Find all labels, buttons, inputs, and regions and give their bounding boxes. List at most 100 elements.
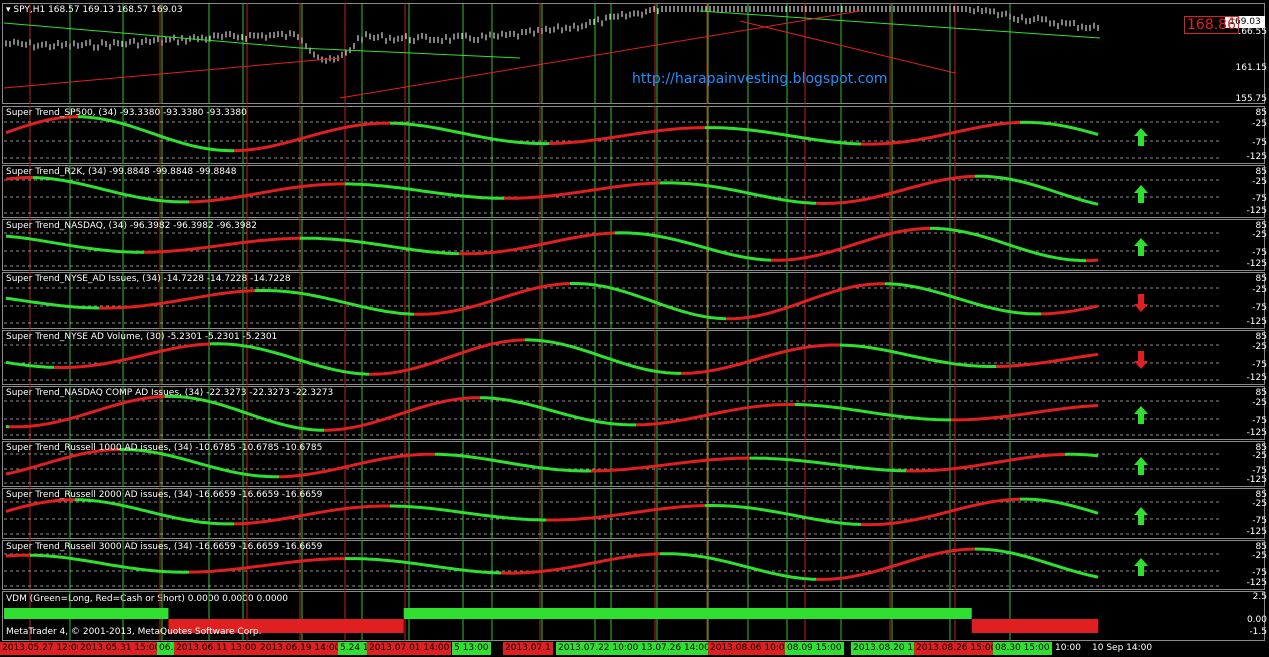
supertrend-line xyxy=(53,342,211,369)
supertrend-line xyxy=(570,282,727,321)
vdm-scale-3: -1.5 xyxy=(1249,627,1267,637)
indicator-scale-m25: -25 xyxy=(1252,551,1267,561)
supertrend-line xyxy=(906,452,1066,473)
supertrend-line xyxy=(119,447,280,479)
indicator-scale-m75: -75 xyxy=(1252,516,1267,526)
supertrend-line xyxy=(5,553,31,558)
supertrend-line xyxy=(500,552,661,575)
trend-line xyxy=(299,47,521,59)
supertrend-line xyxy=(1020,120,1099,136)
indicator-scale-m75: -75 xyxy=(1252,138,1267,148)
indicator-scale-m75: -75 xyxy=(1252,248,1267,258)
price-chart[interactable] xyxy=(0,3,1269,104)
indicator-pane-8[interactable]: Super Trend_Russell 2000 AD issues, (34)… xyxy=(0,488,1269,539)
price-scale-1: 166.55 xyxy=(1235,27,1268,37)
indicator-pane-2[interactable]: Super Trend_R2K, (34) -99.8848 -99.8848 … xyxy=(0,165,1269,218)
supertrend-line xyxy=(189,557,345,574)
indicator-scale-m125: -125 xyxy=(1246,475,1267,485)
indicator-pane-6[interactable]: Super Trend_NASDAQ COMP AD Issues, (34) … xyxy=(0,386,1269,440)
arrow-up-icon xyxy=(1134,185,1148,203)
indicator-scale-m25: -25 xyxy=(1252,342,1267,352)
indicator-pane-1[interactable]: Super Trend_SP500, (34) -93.3380 -93.338… xyxy=(0,106,1269,164)
indicator-scale-m25: -25 xyxy=(1252,119,1267,129)
supertrend-line xyxy=(30,553,190,574)
arrow-up-icon xyxy=(1134,238,1148,256)
supertrend-line xyxy=(974,547,1099,579)
indicator-scale-m125: -125 xyxy=(1246,373,1267,383)
arrow-down-icon xyxy=(1134,294,1148,312)
indicator-label: Super Trend_NYSE AD Volume, (30) -5.2301… xyxy=(6,332,278,342)
time-axis-label: 5 13:00 xyxy=(452,642,491,655)
supertrend-line xyxy=(1086,258,1099,263)
supertrend-line xyxy=(189,182,345,204)
indicator-scale-85: 85 xyxy=(1255,167,1267,177)
time-axis-label: 2013.06.11 13:00 xyxy=(174,642,259,655)
indicator-label: Super Trend_R2K, (34) -99.8848 -99.8848 … xyxy=(6,167,237,177)
indicator-pane-7[interactable]: Super Trend_Russell 1000 AD issues, (34)… xyxy=(0,441,1269,487)
supertrend-line xyxy=(33,176,189,204)
indicator-scale-m25: -25 xyxy=(1252,177,1267,187)
supertrend-line xyxy=(344,556,502,575)
supertrend-line xyxy=(233,504,390,526)
indicator-label: Super Trend_NYSE_AD Issues, (34) -14.722… xyxy=(6,274,291,284)
supertrend-line xyxy=(974,174,1099,206)
time-axis-label: 2013.08.26 15:00 xyxy=(914,642,999,655)
time-axis-label: 2013.08.20 12: xyxy=(851,642,924,655)
supertrend-line xyxy=(458,231,616,256)
indicator-label: Super Trend_NASDAQ COMP AD Issues, (34) … xyxy=(6,388,334,398)
supertrend-line xyxy=(144,236,301,254)
indicator-scale-m125: -125 xyxy=(1246,206,1267,216)
price-pane[interactable]: ▾ SPY,H1 168.57 169.13 168.57 169.03 htt… xyxy=(0,3,1269,104)
vdm-scale-2: 0.00 xyxy=(1246,615,1267,625)
indicator-scale-m25: -25 xyxy=(1252,398,1267,408)
supertrend-line xyxy=(233,121,390,153)
time-axis-label: 08.30 15:00 xyxy=(993,642,1052,655)
indicator-scale-m125: -125 xyxy=(1246,578,1267,588)
supertrend-line xyxy=(389,121,550,146)
indicator-scale-85: 85 xyxy=(1255,332,1267,342)
supertrend-line xyxy=(504,181,660,200)
indicator-scale-m25: -25 xyxy=(1252,230,1267,240)
indicator-label: Super Trend_Russell 1000 AD issues, (34)… xyxy=(6,443,323,453)
indicator-scale-m75: -75 xyxy=(1252,568,1267,578)
arrow-down-icon xyxy=(1134,351,1148,369)
supertrend-line xyxy=(860,497,1021,527)
indicator-pane-5[interactable]: Super Trend_NYSE AD Volume, (30) -5.2301… xyxy=(0,330,1269,385)
time-axis-label: 2013.07.1 xyxy=(503,642,553,655)
indicator-pane-4[interactable]: Super Trend_NYSE_AD Issues, (34) -14.722… xyxy=(0,272,1269,329)
time-axis-label: 2013.05.31 15:00 xyxy=(78,642,163,655)
supertrend-line xyxy=(1020,497,1099,515)
indicator-label: Super Trend_Russell 2000 AD issues, (34)… xyxy=(6,490,323,500)
time-axis-label: 10 Sep 14:00 xyxy=(1092,643,1153,653)
supertrend-line xyxy=(659,552,817,581)
supertrend-line xyxy=(525,338,681,375)
symbol-header: ▾ SPY,H1 168.57 169.13 168.57 169.03 xyxy=(6,5,183,15)
time-axis-label: 10:00 xyxy=(1055,643,1081,653)
supertrend-line xyxy=(996,352,1099,368)
supertrend-line xyxy=(951,404,1099,422)
supertrend-line xyxy=(434,452,591,473)
ohlc-values: 168.57 169.13 168.57 169.03 xyxy=(48,5,183,15)
supertrend-line xyxy=(5,176,34,181)
indicator-scale-85: 85 xyxy=(1255,388,1267,398)
indicator-scale-m75: -75 xyxy=(1252,194,1267,204)
supertrend-line xyxy=(254,289,415,316)
arrow-up-icon xyxy=(1134,507,1148,525)
supertrend-line xyxy=(659,181,817,205)
arrow-up-icon xyxy=(1134,558,1148,576)
indicator-scale-m125: -125 xyxy=(1246,527,1267,537)
supertrend-line xyxy=(705,126,862,146)
supertrend-line xyxy=(369,338,526,376)
supertrend-line xyxy=(5,296,100,310)
supertrend-line xyxy=(345,182,504,200)
indicator-pane-9[interactable]: Super Trend_Russell 3000 AD issues, (34)… xyxy=(0,540,1269,590)
supertrend-line xyxy=(884,282,1041,316)
symbol-label: SPY,H1 xyxy=(13,5,46,15)
copyright-text: MetaTrader 4, © 2001-2013, MetaQuotes So… xyxy=(6,627,262,637)
supertrend-line xyxy=(9,395,166,429)
vdm-short-bar xyxy=(971,619,1099,633)
supertrend-line xyxy=(546,504,705,522)
chevron-down-icon[interactable]: ▾ xyxy=(6,5,11,15)
indicator-pane-3[interactable]: Super Trend_NASDAQ, (34) -96.3982 -96.39… xyxy=(0,219,1269,271)
blog-url: http://harapainvesting.blogspot.com xyxy=(632,71,888,87)
